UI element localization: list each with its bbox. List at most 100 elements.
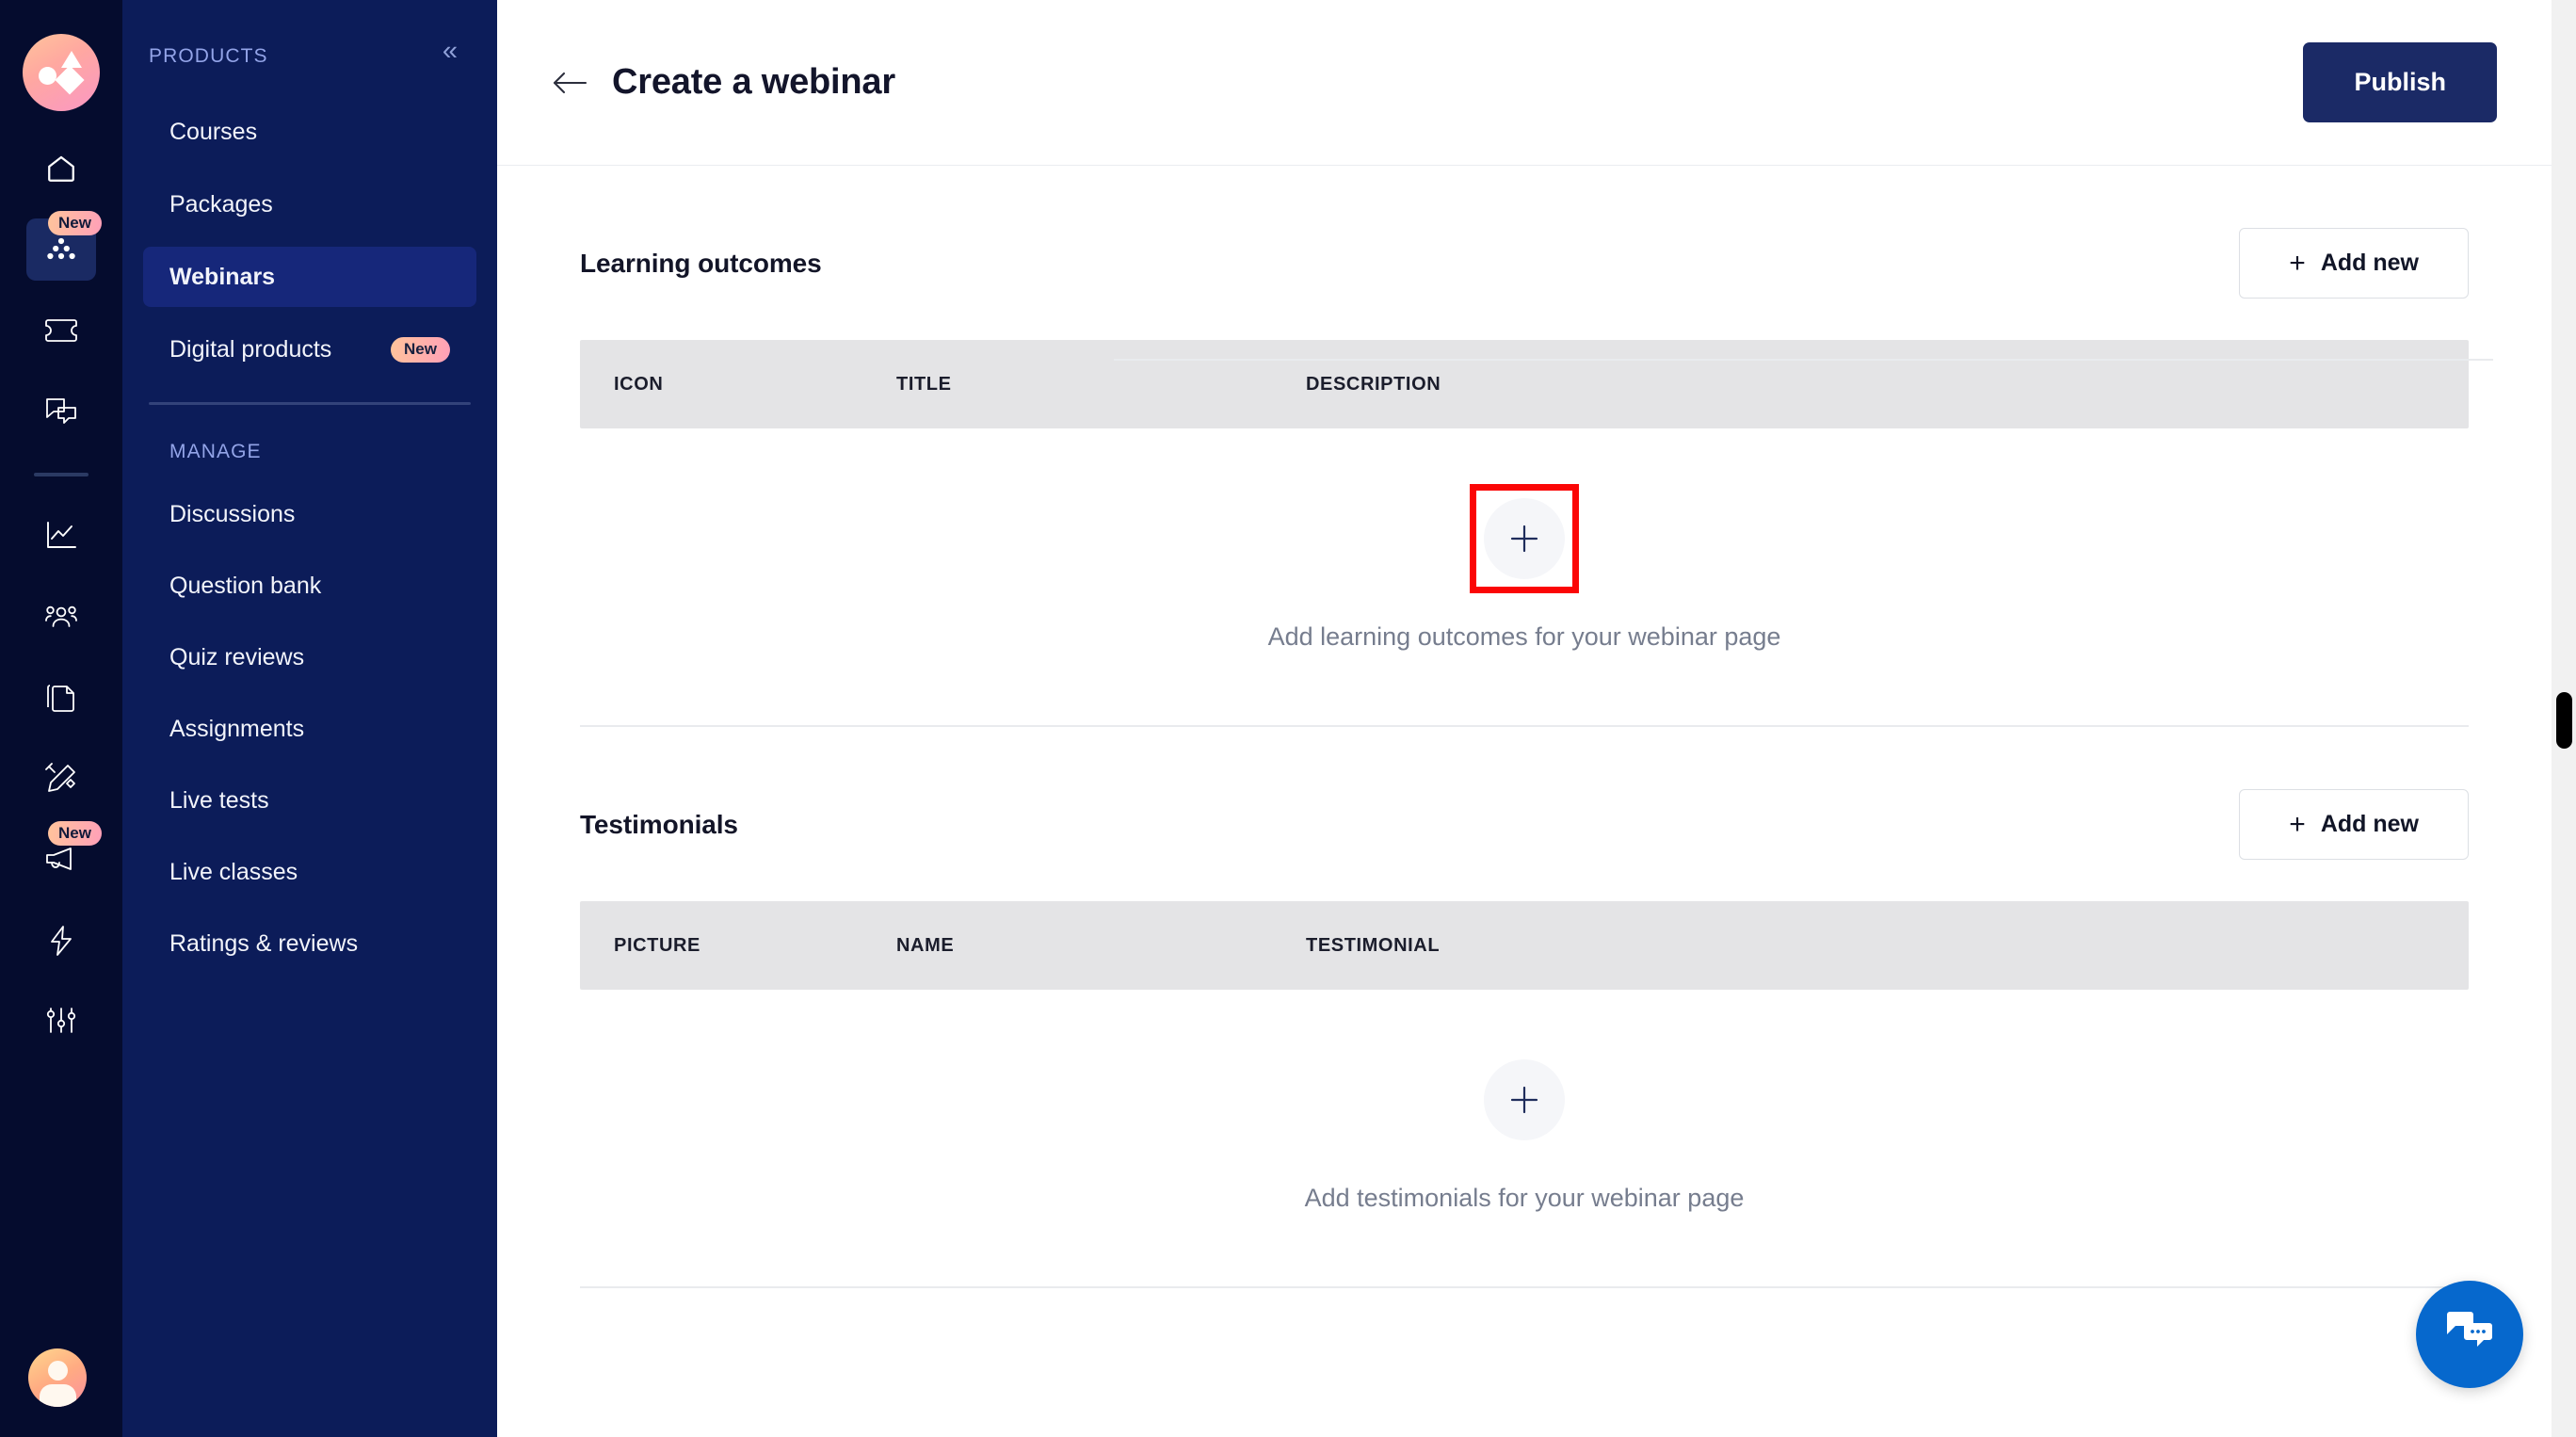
rail-item-settings[interactable]	[26, 991, 96, 1053]
top-divider	[1114, 359, 2493, 361]
sidebar-item-webinars[interactable]: Webinars	[143, 247, 476, 307]
sidebar-item-label: Ratings & reviews	[169, 929, 359, 957]
logo-circle-shape	[39, 67, 56, 85]
avatar-body	[40, 1384, 76, 1407]
sidebar-item-label: Courses	[169, 118, 258, 145]
column-header-testimonial: TESTIMONIAL	[1306, 934, 1441, 956]
topbar-left-group: Create a webinar	[552, 62, 895, 103]
plus-icon: +	[2289, 247, 2306, 279]
section-title-learning-outcomes: Learning outcomes	[580, 248, 822, 278]
empty-state-text-learning-outcomes: Add learning outcomes for your webinar p…	[1267, 622, 1781, 651]
sidebar-item-label: Live classes	[169, 858, 298, 885]
section-learning-outcomes: Learning outcomes + Add new ICON TITLE D…	[552, 166, 2497, 727]
sidebar-manage-list: Discussions Question bank Quiz reviews A…	[122, 484, 497, 974]
sidebar-item-packages[interactable]: Packages	[143, 174, 476, 234]
icon-rail: New New	[0, 0, 122, 1437]
rail-badge-marketing: New	[48, 821, 102, 847]
sidebar-products-list: Courses Packages Webinars Digital produc…	[122, 102, 497, 379]
avatar-head	[48, 1361, 68, 1380]
analytics-icon	[45, 521, 77, 551]
scrollbar-track[interactable]	[2552, 0, 2576, 1437]
sidebar-badge-new: New	[391, 336, 450, 363]
plus-icon	[1508, 1084, 1540, 1116]
sidebar-section-label-manage: MANAGE	[169, 441, 262, 462]
sidebar-item-question-bank[interactable]: Question bank	[143, 556, 476, 616]
section-title-testimonials: Testimonials	[580, 809, 738, 839]
sidebar-item-digital-products[interactable]: Digital products New	[143, 319, 476, 379]
sidebar-item-label: Quiz reviews	[169, 643, 305, 670]
pages-icon	[46, 682, 76, 714]
empty-state-testimonials: Add testimonials for your webinar page	[580, 990, 2469, 1286]
sidebar-item-label: Webinars	[169, 263, 276, 290]
empty-state-text-testimonials: Add testimonials for your webinar page	[1304, 1184, 1745, 1212]
sidebar-item-assignments[interactable]: Assignments	[143, 699, 476, 759]
add-new-label: Add new	[2320, 811, 2419, 837]
section-testimonials: Testimonials + Add new PICTURE NAME TEST…	[552, 727, 2497, 1288]
sidebar-section-label-products: PRODUCTS	[149, 45, 268, 67]
rail-badge-products: New	[48, 211, 102, 236]
icon-rail-items: New New	[0, 137, 122, 1072]
user-avatar[interactable]	[28, 1348, 87, 1407]
rail-item-analytics[interactable]	[26, 505, 96, 567]
sidebar-item-quiz-reviews[interactable]: Quiz reviews	[143, 627, 476, 687]
sidebar: PRODUCTS « Courses Packages Webinars Dig…	[122, 0, 497, 1437]
chat-bubble-icon	[2443, 1309, 2496, 1361]
section-header: Learning outcomes + Add new	[580, 166, 2469, 299]
add-new-testimonial-button[interactable]: + Add new	[2239, 789, 2469, 860]
page-title: Create a webinar	[612, 62, 895, 102]
sidebar-item-ratings-reviews[interactable]: Ratings & reviews	[143, 913, 476, 974]
sidebar-item-live-classes[interactable]: Live classes	[143, 842, 476, 902]
empty-state-learning-outcomes: Add learning outcomes for your webinar p…	[580, 428, 2469, 725]
logo-triangle-shape	[61, 51, 82, 68]
add-testimonial-plus-button[interactable]	[1484, 1059, 1565, 1140]
column-header-description: DESCRIPTION	[1306, 373, 1441, 395]
automation-icon	[49, 925, 73, 957]
logo-diamond-shape	[55, 65, 85, 95]
sidebar-item-courses[interactable]: Courses	[143, 102, 476, 162]
rail-item-home[interactable]	[26, 137, 96, 200]
page-topbar: Create a webinar Publish	[497, 0, 2576, 166]
rail-divider	[34, 473, 89, 476]
add-new-learning-outcome-button[interactable]: + Add new	[2239, 228, 2469, 299]
chat-icon	[45, 396, 77, 427]
section-divider-2	[580, 1286, 2469, 1288]
rail-item-messages[interactable]	[26, 380, 96, 443]
plus-icon	[1508, 523, 1540, 555]
rail-item-automation[interactable]	[26, 910, 96, 972]
sidebar-products-header: PRODUCTS «	[122, 37, 497, 68]
design-icon	[45, 763, 77, 795]
sidebar-item-live-tests[interactable]: Live tests	[143, 770, 476, 831]
table-header-learning-outcomes: ICON TITLE DESCRIPTION	[580, 340, 2469, 428]
app-window: New New PRODUCTS « Courses Packages Webi…	[0, 0, 2576, 1437]
products-icon	[44, 235, 78, 264]
add-learning-outcome-plus-button[interactable]	[1470, 484, 1579, 593]
settings-icon	[45, 1007, 77, 1037]
publish-button[interactable]: Publish	[2303, 42, 2497, 122]
collapse-sidebar-icon[interactable]: «	[443, 37, 458, 64]
plus-icon: +	[2289, 808, 2306, 840]
content-area: Learning outcomes + Add new ICON TITLE D…	[497, 166, 2576, 1288]
marketing-icon	[44, 847, 78, 873]
back-arrow-icon[interactable]	[552, 70, 588, 96]
sidebar-item-label: Discussions	[169, 500, 296, 527]
column-header-title: TITLE	[896, 373, 952, 395]
add-new-label: Add new	[2320, 250, 2419, 276]
app-logo[interactable]	[23, 34, 100, 111]
sidebar-item-discussions[interactable]: Discussions	[143, 484, 476, 544]
learners-icon	[44, 604, 78, 630]
section-header: Testimonials + Add new	[580, 727, 2469, 860]
rail-item-products[interactable]: New	[26, 211, 102, 281]
scrollbar-thumb[interactable]	[2556, 692, 2572, 749]
rail-item-design[interactable]	[26, 748, 96, 810]
ticket-icon	[44, 318, 78, 343]
home-icon	[45, 153, 77, 185]
table-header-testimonials: PICTURE NAME TESTIMONIAL	[580, 901, 2469, 990]
rail-item-learners[interactable]	[26, 586, 96, 648]
chat-support-button[interactable]	[2416, 1281, 2523, 1388]
rail-item-orders[interactable]	[26, 299, 96, 362]
sidebar-item-label: Digital products	[169, 335, 332, 363]
rail-item-pages[interactable]	[26, 667, 96, 729]
sidebar-item-label: Packages	[169, 190, 273, 218]
rail-item-marketing[interactable]: New	[26, 821, 102, 891]
sidebar-item-label: Assignments	[169, 715, 305, 742]
